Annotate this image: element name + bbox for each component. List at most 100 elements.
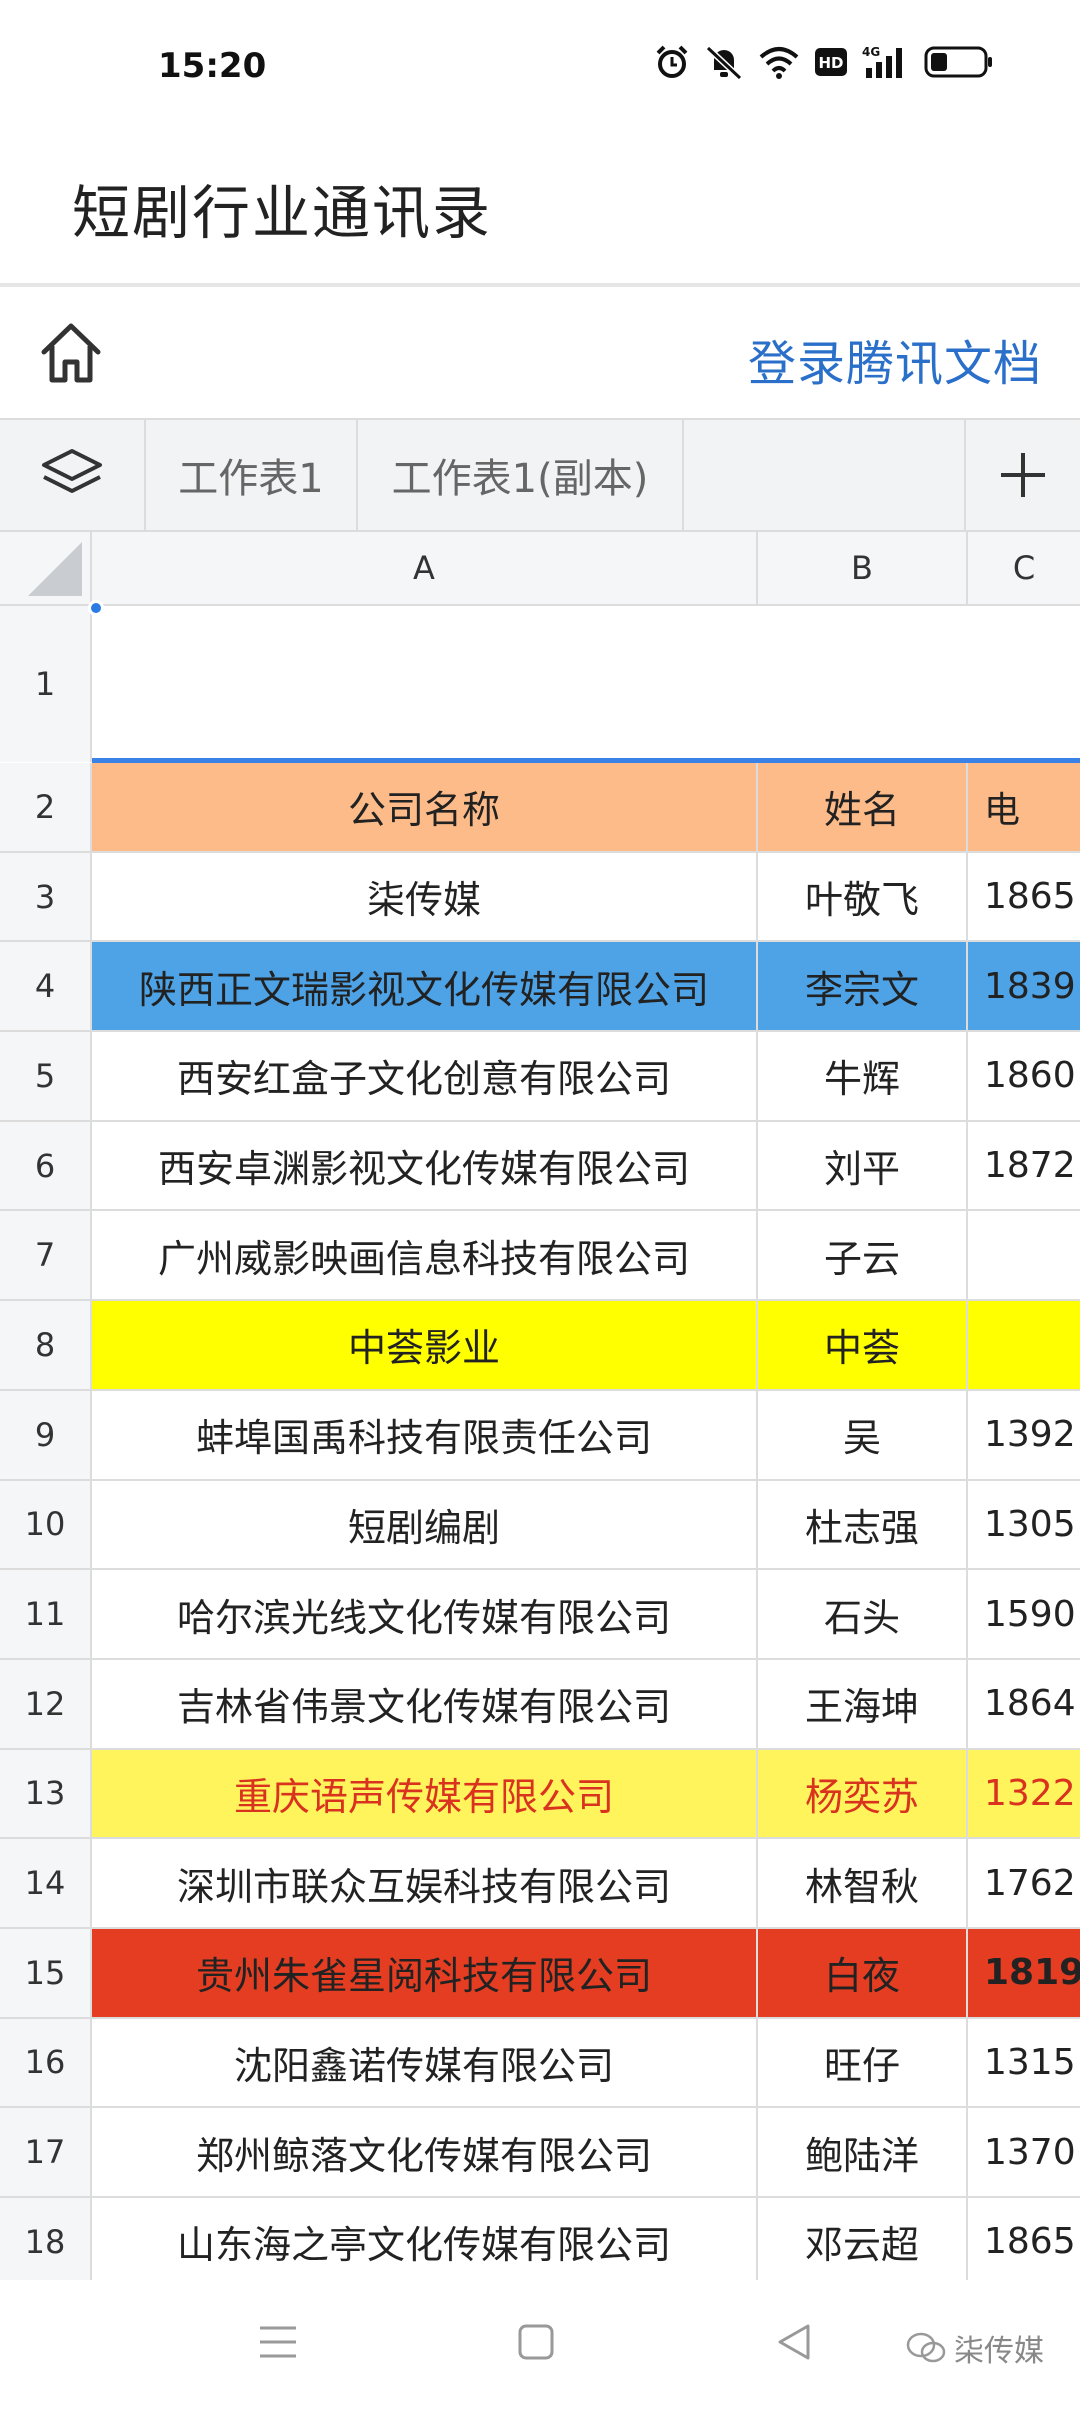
cell-c[interactable]: 1315 (968, 2019, 1080, 2107)
status-icons: HD 4G (654, 44, 994, 80)
table-row: 11 哈尔滨光线文化传媒有限公司 石头 1590 (0, 1570, 1080, 1660)
row-number[interactable]: 7 (0, 1211, 92, 1300)
cell-b[interactable]: 刘平 (758, 1121, 968, 1210)
row-number[interactable]: 8 (0, 1301, 92, 1389)
cell-c[interactable]: 1305 (968, 1481, 1080, 1569)
table-row: 9 蚌埠国禹科技有限责任公司 吴 1392 (0, 1390, 1080, 1481)
cell-c[interactable]: 1839 (968, 942, 1080, 1031)
row-number[interactable]: 16 (0, 2018, 92, 2107)
cell-b[interactable]: 姓名 (758, 763, 968, 851)
cell-c[interactable]: 1370 (968, 2108, 1080, 2196)
cell-a[interactable]: 沈阳鑫诺传媒有限公司 (92, 2018, 758, 2107)
cell-a[interactable]: 中荟影业 (92, 1301, 758, 1389)
cell-b[interactable]: 邓云超 (758, 2198, 968, 2286)
tab-sheet1[interactable]: 工作表1 (146, 420, 358, 530)
cell-b[interactable]: 白夜 (758, 1928, 968, 2017)
cell-b[interactable]: 石头 (758, 1570, 968, 1658)
corner-triangle-icon (28, 542, 82, 596)
row-number[interactable]: 15 (0, 1928, 92, 2017)
battery-icon (924, 46, 992, 78)
cell-c[interactable]: 1865 (968, 853, 1080, 941)
cell-a[interactable]: 哈尔滨光线文化传媒有限公司 (92, 1570, 758, 1658)
row-number[interactable]: 2 (0, 763, 92, 851)
cell-c[interactable] (968, 1211, 1080, 1299)
cell-c[interactable] (968, 1301, 1080, 1389)
cell-a[interactable]: 蚌埠国禹科技有限责任公司 (92, 1390, 758, 1479)
cell-b[interactable]: 王海坤 (758, 1659, 968, 1748)
cell-a[interactable]: 深圳市联众互娱科技有限公司 (92, 1839, 758, 1927)
home-button[interactable] (36, 318, 106, 388)
cell-a[interactable]: 郑州鲸落文化传媒有限公司 (92, 2108, 758, 2196)
column-header-b[interactable]: B (758, 532, 968, 604)
table-row: 4 陕西正文瑞影视文化传媒有限公司 李宗文 1839 (0, 942, 1080, 1033)
cell-a[interactable]: 西安卓渊影视文化传媒有限公司 (92, 1121, 758, 1210)
cell-c[interactable]: 1872 (968, 1122, 1080, 1210)
select-all-corner[interactable] (0, 532, 92, 604)
row-number[interactable]: 6 (0, 1121, 92, 1210)
wifi-icon (759, 47, 799, 79)
cell-c[interactable]: 1322 (968, 1749, 1080, 1838)
row-number[interactable]: 11 (0, 1570, 92, 1658)
cell-a[interactable]: 陕西正文瑞影视文化传媒有限公司 (92, 942, 758, 1031)
status-bar: 15:20 HD 4G (0, 0, 1080, 130)
nav-menu-button[interactable] (246, 2310, 310, 2374)
cell-b[interactable]: 子云 (758, 1211, 968, 1300)
cell-b[interactable]: 林智秋 (758, 1839, 968, 1927)
row-number[interactable]: 17 (0, 2108, 92, 2196)
column-header-c[interactable]: C (968, 532, 1080, 604)
cell-c[interactable]: 1819 (968, 1928, 1080, 2017)
cell-b[interactable]: 叶敬飞 (758, 852, 968, 941)
sheet-list-button[interactable] (0, 420, 146, 530)
cell-a[interactable]: 柒传媒 (92, 852, 758, 941)
add-sheet-button[interactable] (964, 420, 1080, 530)
signal-4g-icon: 4G (862, 45, 902, 78)
status-time: 15:20 (158, 46, 267, 86)
row-number[interactable]: 1 (0, 606, 92, 762)
cell-b[interactable]: 旺仔 (758, 2018, 968, 2107)
column-header: A B C (0, 532, 1080, 606)
cell-a[interactable]: 山东海之亭文化传媒有限公司 (92, 2198, 758, 2286)
cell-b[interactable]: 李宗文 (758, 942, 968, 1031)
nav-back-button[interactable] (762, 2310, 826, 2374)
selection-handle[interactable] (88, 600, 104, 616)
cell-c[interactable]: 1865 (968, 2198, 1080, 2286)
table-row: 3 柒传媒 叶敬飞 1865 (0, 852, 1080, 943)
cell-a[interactable]: 公司名称 (92, 763, 758, 851)
tab-sheet1-copy[interactable]: 工作表1(副本) (358, 420, 684, 530)
row-number[interactable]: 13 (0, 1749, 92, 1838)
row-number[interactable]: 9 (0, 1390, 92, 1479)
cell-c[interactable]: 1590 (968, 1570, 1080, 1658)
cell-a[interactable]: 重庆语声传媒有限公司 (92, 1749, 758, 1838)
cell-b[interactable]: 杨奕苏 (758, 1749, 968, 1838)
row-number[interactable]: 3 (0, 852, 92, 941)
cell-a[interactable]: 吉林省伟景文化传媒有限公司 (92, 1659, 758, 1748)
cell-b[interactable]: 杜志强 (758, 1480, 968, 1569)
row-number[interactable]: 10 (0, 1480, 92, 1569)
page-title: 短剧行业通讯录 (72, 179, 493, 247)
square-icon (518, 2324, 554, 2360)
column-header-a[interactable]: A (92, 532, 758, 604)
cell-b[interactable]: 鲍陆洋 (758, 2108, 968, 2196)
row-number[interactable]: 14 (0, 1839, 92, 1927)
cell-c[interactable]: 1864 (968, 1660, 1080, 1748)
cell-c[interactable]: 电 (968, 763, 1080, 851)
table-row-1: 1 (0, 606, 1080, 762)
toolbar: 登录腾讯文档 (0, 288, 1080, 418)
row-number[interactable]: 5 (0, 1032, 92, 1120)
cell-b[interactable]: 牛辉 (758, 1032, 968, 1120)
cell-a[interactable]: 西安红盒子文化创意有限公司 (92, 1032, 758, 1120)
cell-a[interactable]: 短剧编剧 (92, 1480, 758, 1569)
cell-c[interactable]: 1392 (968, 1391, 1080, 1479)
row-number[interactable]: 12 (0, 1659, 92, 1748)
cell-b[interactable]: 中荟 (758, 1301, 968, 1389)
cell-a[interactable]: 广州威影映画信息科技有限公司 (92, 1211, 758, 1300)
nav-home-button[interactable] (504, 2310, 568, 2374)
cell-c[interactable]: 1860 (968, 1032, 1080, 1120)
login-tencent-docs-link[interactable]: 登录腾讯文档 (748, 324, 1042, 394)
cell-a[interactable]: 贵州朱雀星阅科技有限公司 (92, 1928, 758, 2017)
cell-b[interactable]: 吴 (758, 1390, 968, 1479)
row-number[interactable]: 4 (0, 942, 92, 1031)
row-number[interactable]: 18 (0, 2198, 92, 2286)
cell-c[interactable]: 1762 (968, 1839, 1080, 1927)
plus-icon (1001, 453, 1045, 497)
